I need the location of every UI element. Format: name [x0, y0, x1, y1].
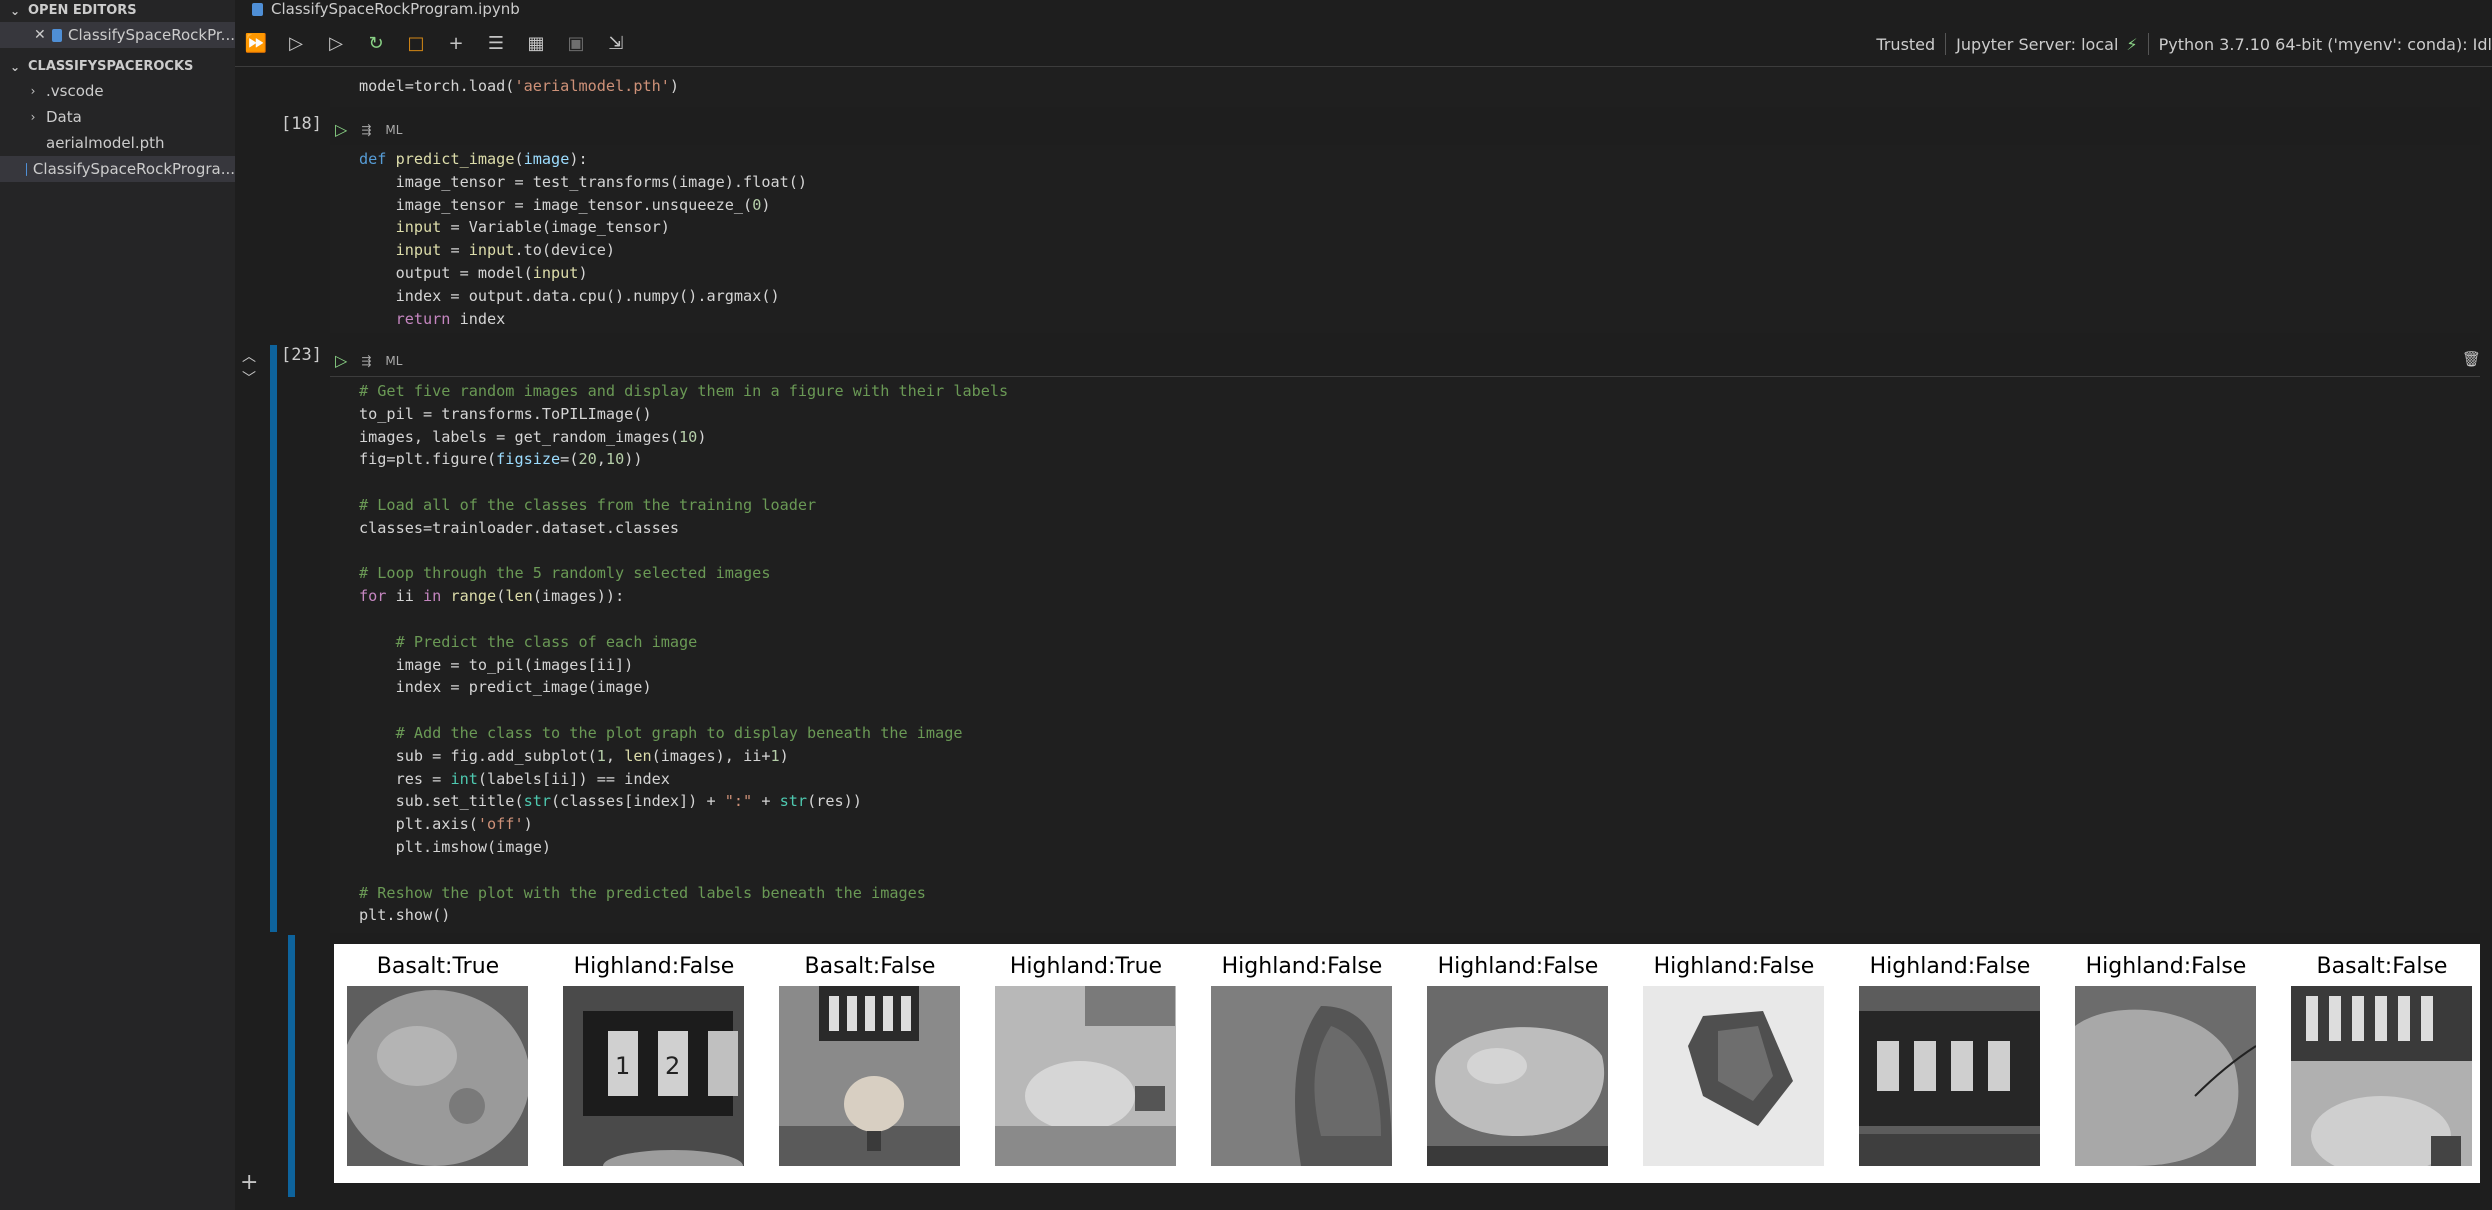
subplot: Basalt:False: [2291, 944, 2473, 1183]
cell-2-execution-count: [18]: [281, 114, 322, 134]
kernel-status[interactable]: Python 3.7.10 64-bit ('myenv': conda): I…: [2159, 35, 2492, 54]
rock-thumbnail: [347, 986, 528, 1166]
open-editor-item[interactable]: ✕ ClassifySpaceRockPr...: [0, 22, 235, 48]
subplot-title: Highland:False: [1869, 954, 2031, 979]
cell-language[interactable]: ML: [385, 354, 402, 368]
export-icon[interactable]: ⇲: [605, 30, 627, 56]
output-focus-indicator: [288, 935, 295, 1197]
subplot: Highland:False: [1643, 944, 1825, 1183]
add-cell-icon[interactable]: +: [240, 1170, 258, 1195]
notebook-icon: [252, 2, 263, 16]
delete-cell-icon[interactable]: 🗑: [2462, 350, 2481, 368]
run-below-icon[interactable]: ▷: [325, 30, 347, 56]
large-rock-thumbnail: [1427, 986, 1608, 1166]
run-cell-icon[interactable]: ▷: [335, 120, 347, 139]
subplot-title: Highland:False: [573, 954, 735, 979]
subplot: Highland:False 12: [563, 944, 745, 1183]
close-icon[interactable]: ✕: [34, 22, 46, 48]
chevron-down-icon: ⌄: [9, 60, 21, 74]
rock-on-stand-thumbnail: [779, 986, 960, 1166]
tree-item-label: aerialmodel.pth: [46, 134, 165, 152]
folder-label: CLASSIFYSPACEROCKS: [28, 59, 194, 74]
subplot-title: Basalt:False: [2316, 954, 2448, 979]
chevron-down-icon: ⌄: [9, 4, 21, 18]
cell-2-toolbar: ▷ ⇶ ML: [335, 120, 402, 139]
counter-thumbnail: [1859, 986, 2040, 1166]
save-icon[interactable]: ▣: [565, 30, 587, 56]
subplot-title: Highland:False: [2085, 954, 2247, 979]
subplot: Basalt:False: [779, 944, 961, 1183]
folder-header[interactable]: ⌄ CLASSIFYSPACEROCKS: [0, 56, 235, 78]
explorer-sidebar: ⌄ OPEN EDITORS ✕ ClassifySpaceRockPr... …: [0, 0, 235, 1210]
chevron-right-icon: ›: [30, 110, 36, 124]
jupyter-server-status[interactable]: Jupyter Server: local: [1956, 35, 2118, 54]
move-cell-down-icon[interactable]: ﹀: [242, 368, 256, 388]
add-cell-icon[interactable]: +: [445, 30, 467, 56]
subplot-title: Highland:False: [1653, 954, 1815, 979]
open-editor-label: ClassifySpaceRockPr...: [68, 26, 235, 44]
subplot-title: Highland:False: [1437, 954, 1599, 979]
open-editors-label: OPEN EDITORS: [28, 3, 137, 18]
cell-3-toolbar: ▷ ⇶ ML: [335, 351, 402, 370]
rock-edge-thumbnail: [1211, 986, 1392, 1166]
clear-outputs-icon[interactable]: ☰: [485, 30, 507, 56]
rock-with-label-thumbnail: [995, 986, 1176, 1166]
cell-3-code: # Get five random images and display the…: [359, 382, 1009, 925]
trusted-status[interactable]: Trusted: [1876, 35, 1935, 54]
cell-focus-indicator: [270, 345, 277, 932]
run-cell-icon[interactable]: ▷: [335, 351, 347, 370]
tree-item-notebook[interactable]: ClassifySpaceRockProgra...: [0, 156, 235, 182]
run-by-line-icon[interactable]: ⇶: [361, 123, 371, 137]
interrupt-kernel-icon[interactable]: □: [405, 30, 427, 56]
counter-and-rock-thumbnail: [2291, 986, 2472, 1166]
connected-icon: ⚡: [2126, 34, 2138, 54]
notebook-icon: [51, 28, 63, 42]
tab-title: ClassifySpaceRockProgram.ipynb: [271, 0, 520, 18]
cell-language[interactable]: ML: [385, 123, 402, 137]
restart-kernel-icon[interactable]: ↻: [365, 30, 387, 56]
cell-1-line-1: model=torch.load('aerialmodel.pth'): [359, 77, 680, 95]
rock-fragment-thumbnail: [1643, 986, 1824, 1166]
run-by-line-icon[interactable]: ⇶: [361, 354, 371, 368]
subplot: Highland:False: [1211, 944, 1393, 1183]
subplot: Highland:False: [2075, 944, 2257, 1183]
editor-tab[interactable]: ClassifySpaceRockProgram.ipynb: [252, 0, 520, 18]
subplot-title: Highland:True: [1009, 954, 1163, 979]
variables-icon[interactable]: ▦: [525, 30, 547, 56]
subplot-title: Basalt:False: [804, 954, 936, 979]
subplot-title: Basalt:True: [376, 954, 500, 979]
tree-item-vscode[interactable]: › .vscode: [0, 78, 235, 104]
rock-with-wire-thumbnail: [2075, 986, 2256, 1166]
tree-item-data[interactable]: › Data: [0, 104, 235, 130]
cell-2-code: def predict_image(image): image_tensor =…: [359, 150, 808, 328]
subplot-title: Highland:False: [1221, 954, 1383, 979]
svg-text:2: 2: [665, 1052, 680, 1080]
counter-thumbnail: 12: [563, 986, 744, 1166]
subplot: Highland:False: [1427, 944, 1609, 1183]
chevron-right-icon: ›: [30, 84, 36, 98]
move-cell-up-icon[interactable]: ︿: [242, 346, 256, 366]
run-all-icon[interactable]: ⏩: [245, 30, 267, 56]
subplot: Highland:False: [1859, 944, 2041, 1183]
svg-text:1: 1: [615, 1052, 630, 1080]
tree-item-aerialmodel[interactable]: aerialmodel.pth: [0, 130, 235, 156]
tree-item-label: Data: [46, 108, 82, 126]
open-editors-header[interactable]: ⌄ OPEN EDITORS: [0, 0, 235, 22]
tree-item-label: ClassifySpaceRockProgra...: [32, 160, 235, 178]
tree-item-label: .vscode: [46, 82, 104, 100]
cell-3-execution-count: [23]: [281, 345, 322, 365]
notebook-icon: [26, 162, 27, 176]
subplot: Highland:True: [995, 944, 1177, 1183]
output-figure: Basalt:True Highland:False 12 Basalt:Fal…: [334, 944, 2480, 1183]
notebook-toolbar: ⏩ ▷ ▷ ↻ □ + ☰ ▦ ▣ ⇲ Trusted Jupyter Serv…: [235, 22, 2492, 67]
subplot: Basalt:True: [347, 944, 529, 1183]
run-above-icon[interactable]: ▷: [285, 30, 307, 56]
